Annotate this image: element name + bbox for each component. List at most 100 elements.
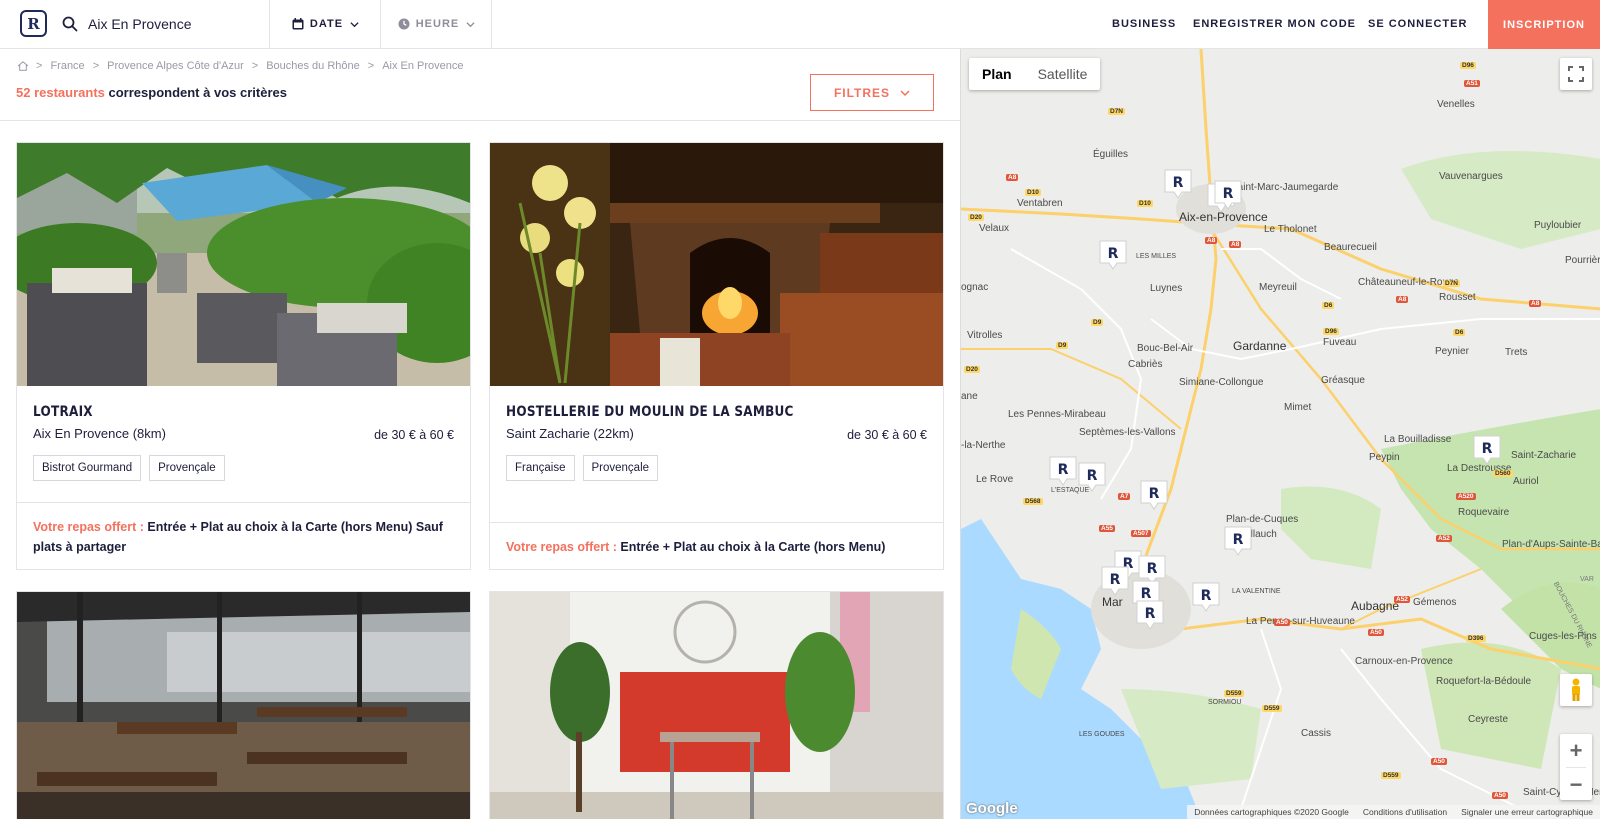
- results-panel: > France > Provence Alpes Côte d'Azur > …: [0, 49, 960, 819]
- map-label-town: La Bouilladisse: [1384, 434, 1452, 445]
- fullscreen-icon: [1568, 66, 1584, 82]
- zoom-in-button[interactable]: +: [1560, 734, 1592, 767]
- restaurant-card[interactable]: LOTRAIX Aix En Provence (8km) de 30 € à …: [16, 142, 471, 570]
- location-search[interactable]: [62, 0, 270, 48]
- restaurant-photo[interactable]: [17, 143, 470, 386]
- free-meal-offer: Votre repas offert : Entrée + Plat au ch…: [17, 502, 470, 569]
- offer-label: Votre repas offert :: [33, 520, 144, 534]
- restaurant-card[interactable]: [16, 591, 471, 819]
- map-canvas[interactable]: [961, 49, 1600, 819]
- road-label: D559: [1224, 690, 1244, 697]
- card-body: LOTRAIX Aix En Provence (8km) de 30 € à …: [17, 386, 470, 481]
- map-label-town: Velaux: [979, 223, 1010, 234]
- search-input[interactable]: [88, 16, 258, 32]
- search-icon: [62, 16, 78, 32]
- map-type-satellite-button[interactable]: Satellite: [1025, 58, 1101, 90]
- road-label: D10: [1137, 200, 1153, 207]
- restaurant-map-pin[interactable]: R: [1100, 565, 1130, 597]
- road-label: A50: [1274, 619, 1290, 626]
- restaurant-map-pin[interactable]: R: [1191, 581, 1221, 613]
- pin-letter: R: [1108, 246, 1119, 262]
- brand-logo[interactable]: R: [20, 10, 47, 37]
- logo-letter: R: [27, 14, 40, 33]
- map-label-town: Gémenos: [1413, 597, 1457, 608]
- map-terms-link[interactable]: Conditions d'utilisation: [1356, 807, 1454, 817]
- map-label-town: Gréasque: [1321, 375, 1365, 386]
- restaurant-map-pin[interactable]: R: [1223, 525, 1253, 557]
- road-label: D9: [1091, 319, 1104, 326]
- pin-letter: R: [1173, 175, 1184, 191]
- road-label: D10: [1025, 189, 1041, 196]
- road-label: A8: [1205, 237, 1218, 244]
- map-label-town: Plan-de-Cuques: [1226, 514, 1299, 525]
- map-label-town: Vitrolles: [967, 330, 1003, 341]
- breadcrumb-france[interactable]: France: [50, 60, 84, 72]
- pegman-icon: [1572, 678, 1580, 701]
- street-view-pegman-button[interactable]: [1560, 674, 1592, 706]
- zoom-out-button[interactable]: −: [1560, 768, 1592, 801]
- map-type-plan-button[interactable]: Plan: [969, 58, 1025, 90]
- home-icon[interactable]: [18, 61, 28, 71]
- google-logo[interactable]: Google: [966, 800, 1018, 817]
- map-label-town: LES MILLES: [1136, 253, 1177, 260]
- breadcrumb-department[interactable]: Bouches du Rhône: [266, 60, 360, 72]
- road-label: D96: [1323, 328, 1339, 335]
- map-label-town: Peypin: [1369, 452, 1400, 463]
- road-label: A51: [1464, 80, 1480, 87]
- fullscreen-button[interactable]: [1560, 58, 1592, 90]
- restaurant-map-pin[interactable]: R: [1077, 461, 1107, 493]
- restaurant-photo[interactable]: [17, 592, 470, 819]
- road-label: D568: [1023, 498, 1043, 505]
- restaurant-photo[interactable]: [490, 592, 943, 819]
- map-label-town: Le Rove: [976, 474, 1014, 485]
- map-label-town: Roquefort-la-Bédoule: [1436, 676, 1532, 687]
- date-selector[interactable]: DATE: [271, 0, 381, 48]
- restaurant-map-pin[interactable]: R: [1139, 479, 1169, 511]
- cuisine-tags: Française Provençale: [506, 455, 927, 481]
- nav-login-link[interactable]: SE CONNECTER: [1368, 0, 1467, 48]
- road-label: D6: [1322, 302, 1335, 309]
- nav-business-link[interactable]: BUSINESS: [1112, 0, 1176, 48]
- restaurant-map-pin[interactable]: R: [1135, 599, 1165, 631]
- restaurant-map-pin[interactable]: R: [1472, 434, 1502, 466]
- map-report-link[interactable]: Signaler une erreur cartographique: [1454, 807, 1600, 817]
- map-label-town: Saint-Marc-Jaumegarde: [1231, 182, 1339, 193]
- map-label-town: Simiane-Collongue: [1179, 377, 1264, 388]
- map-label-town: Aubagne: [1351, 599, 1400, 613]
- road-label: D396: [1466, 635, 1486, 642]
- restaurant-card[interactable]: [489, 591, 944, 819]
- road-label: A50: [1492, 792, 1508, 799]
- restaurant-name[interactable]: LOTRAIX: [33, 404, 395, 420]
- road-label: D559: [1381, 772, 1401, 779]
- restaurant-map-pin[interactable]: R: [1163, 168, 1193, 200]
- map-label-town: Puyloubier: [1534, 220, 1582, 231]
- road-label: A50: [1431, 758, 1447, 765]
- restaurant-map-pin[interactable]: R: [1098, 239, 1128, 271]
- chevron-down-icon: [350, 21, 359, 27]
- pin-letter: R: [1145, 606, 1156, 622]
- restaurant-map-pin[interactable]: R: [1048, 455, 1078, 487]
- filters-button[interactable]: FILTRES: [810, 74, 934, 111]
- nav-register-code-link[interactable]: ENREGISTRER MON CODE: [1193, 0, 1356, 48]
- top-navigation-bar: R DATE HEURE BUSINESS ENREGISTRER MON CO…: [0, 0, 1600, 49]
- restaurant-photo[interactable]: [490, 143, 943, 386]
- map-label-town: Peynier: [1435, 346, 1469, 357]
- pin-letter: R: [1482, 441, 1493, 457]
- restaurant-name[interactable]: HOSTELLERIE DU MOULIN DE LA SAMBUC: [506, 404, 868, 420]
- map-label-town: LA VALENTINE: [1232, 588, 1281, 595]
- map-panel[interactable]: Venelles Éguilles Saint-Marc-Jaumegarde …: [960, 49, 1600, 819]
- breadcrumb-city[interactable]: Aix En Provence: [382, 60, 463, 72]
- restaurant-map-pin[interactable]: R: [1213, 179, 1243, 211]
- breadcrumb-region[interactable]: Provence Alpes Côte d'Azur: [107, 60, 244, 72]
- signup-button[interactable]: INSCRIPTION: [1488, 0, 1600, 49]
- map-label-town: Le Tholonet: [1264, 224, 1317, 235]
- pin-letter: R: [1147, 561, 1158, 577]
- restaurant-card[interactable]: HOSTELLERIE DU MOULIN DE LA SAMBUC Saint…: [489, 142, 944, 570]
- date-label: DATE: [309, 18, 344, 30]
- pin-letter: R: [1110, 572, 1121, 588]
- time-selector[interactable]: HEURE: [382, 0, 492, 48]
- calendar-icon: [292, 18, 304, 30]
- map-label-town: LES GOUDES: [1079, 731, 1125, 738]
- map-label-town: Ceyreste: [1468, 714, 1509, 725]
- map-data-credit[interactable]: Données cartographiques ©2020 Google: [1187, 807, 1356, 817]
